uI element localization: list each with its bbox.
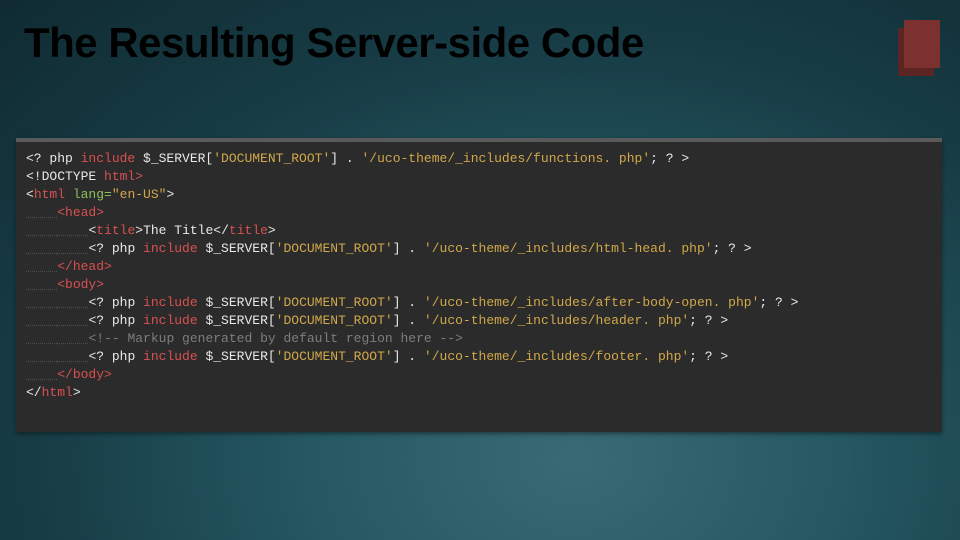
code-line-9: <? php include $_SERVER['DOCUMENT_ROOT']… (26, 294, 932, 312)
code-line-6: <? php include $_SERVER['DOCUMENT_ROOT']… (26, 240, 932, 258)
title-bar: The Resulting Server-side Code (0, 0, 960, 68)
code-line-10: <? php include $_SERVER['DOCUMENT_ROOT']… (26, 312, 932, 330)
code-line-8: <body> (26, 276, 932, 294)
code-line-4: <head> (26, 204, 932, 222)
slide: The Resulting Server-side Code <? php in… (0, 0, 960, 540)
code-line-2: <!DOCTYPE html> (26, 168, 932, 186)
code-line-14: </html> (26, 384, 932, 402)
code-line-12: <? php include $_SERVER['DOCUMENT_ROOT']… (26, 348, 932, 366)
code-line-1: <? php include $_SERVER['DOCUMENT_ROOT']… (26, 150, 932, 168)
code-line-7: </head> (26, 258, 932, 276)
code-line-11: <!-- Markup generated by default region … (26, 330, 932, 348)
code-panel: <? php include $_SERVER['DOCUMENT_ROOT']… (16, 138, 942, 432)
accent-block (904, 20, 940, 68)
code-line-13: </body> (26, 366, 932, 384)
slide-title: The Resulting Server-side Code (24, 20, 644, 66)
code-line-5: <title>The Title</title> (26, 222, 932, 240)
code-line-3: <html lang="en-US"> (26, 186, 932, 204)
